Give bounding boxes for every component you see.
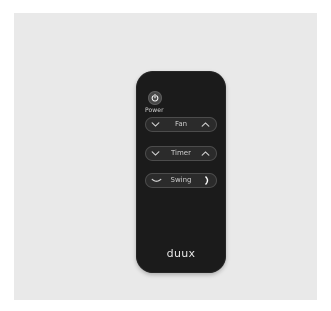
product-backdrop: Power Fan Timer Swing duux [14, 13, 317, 300]
swing-right-button[interactable] [197, 174, 215, 187]
power-icon [151, 94, 159, 102]
fan-remote-control: Power Fan Timer Swing duux [136, 71, 226, 273]
fan-up-button[interactable] [197, 118, 215, 131]
chevron-up-icon [201, 122, 210, 127]
power-label: Power [145, 107, 164, 114]
timer-up-button[interactable] [197, 147, 215, 160]
swing-right-arc-icon [205, 176, 209, 185]
power-button[interactable] [148, 91, 162, 105]
chevron-up-icon [201, 151, 210, 156]
fan-rocker: Fan [145, 117, 217, 132]
brand-logo: duux [166, 247, 196, 260]
swing-rocker: Swing [145, 173, 217, 188]
timer-rocker: Timer [145, 146, 217, 161]
